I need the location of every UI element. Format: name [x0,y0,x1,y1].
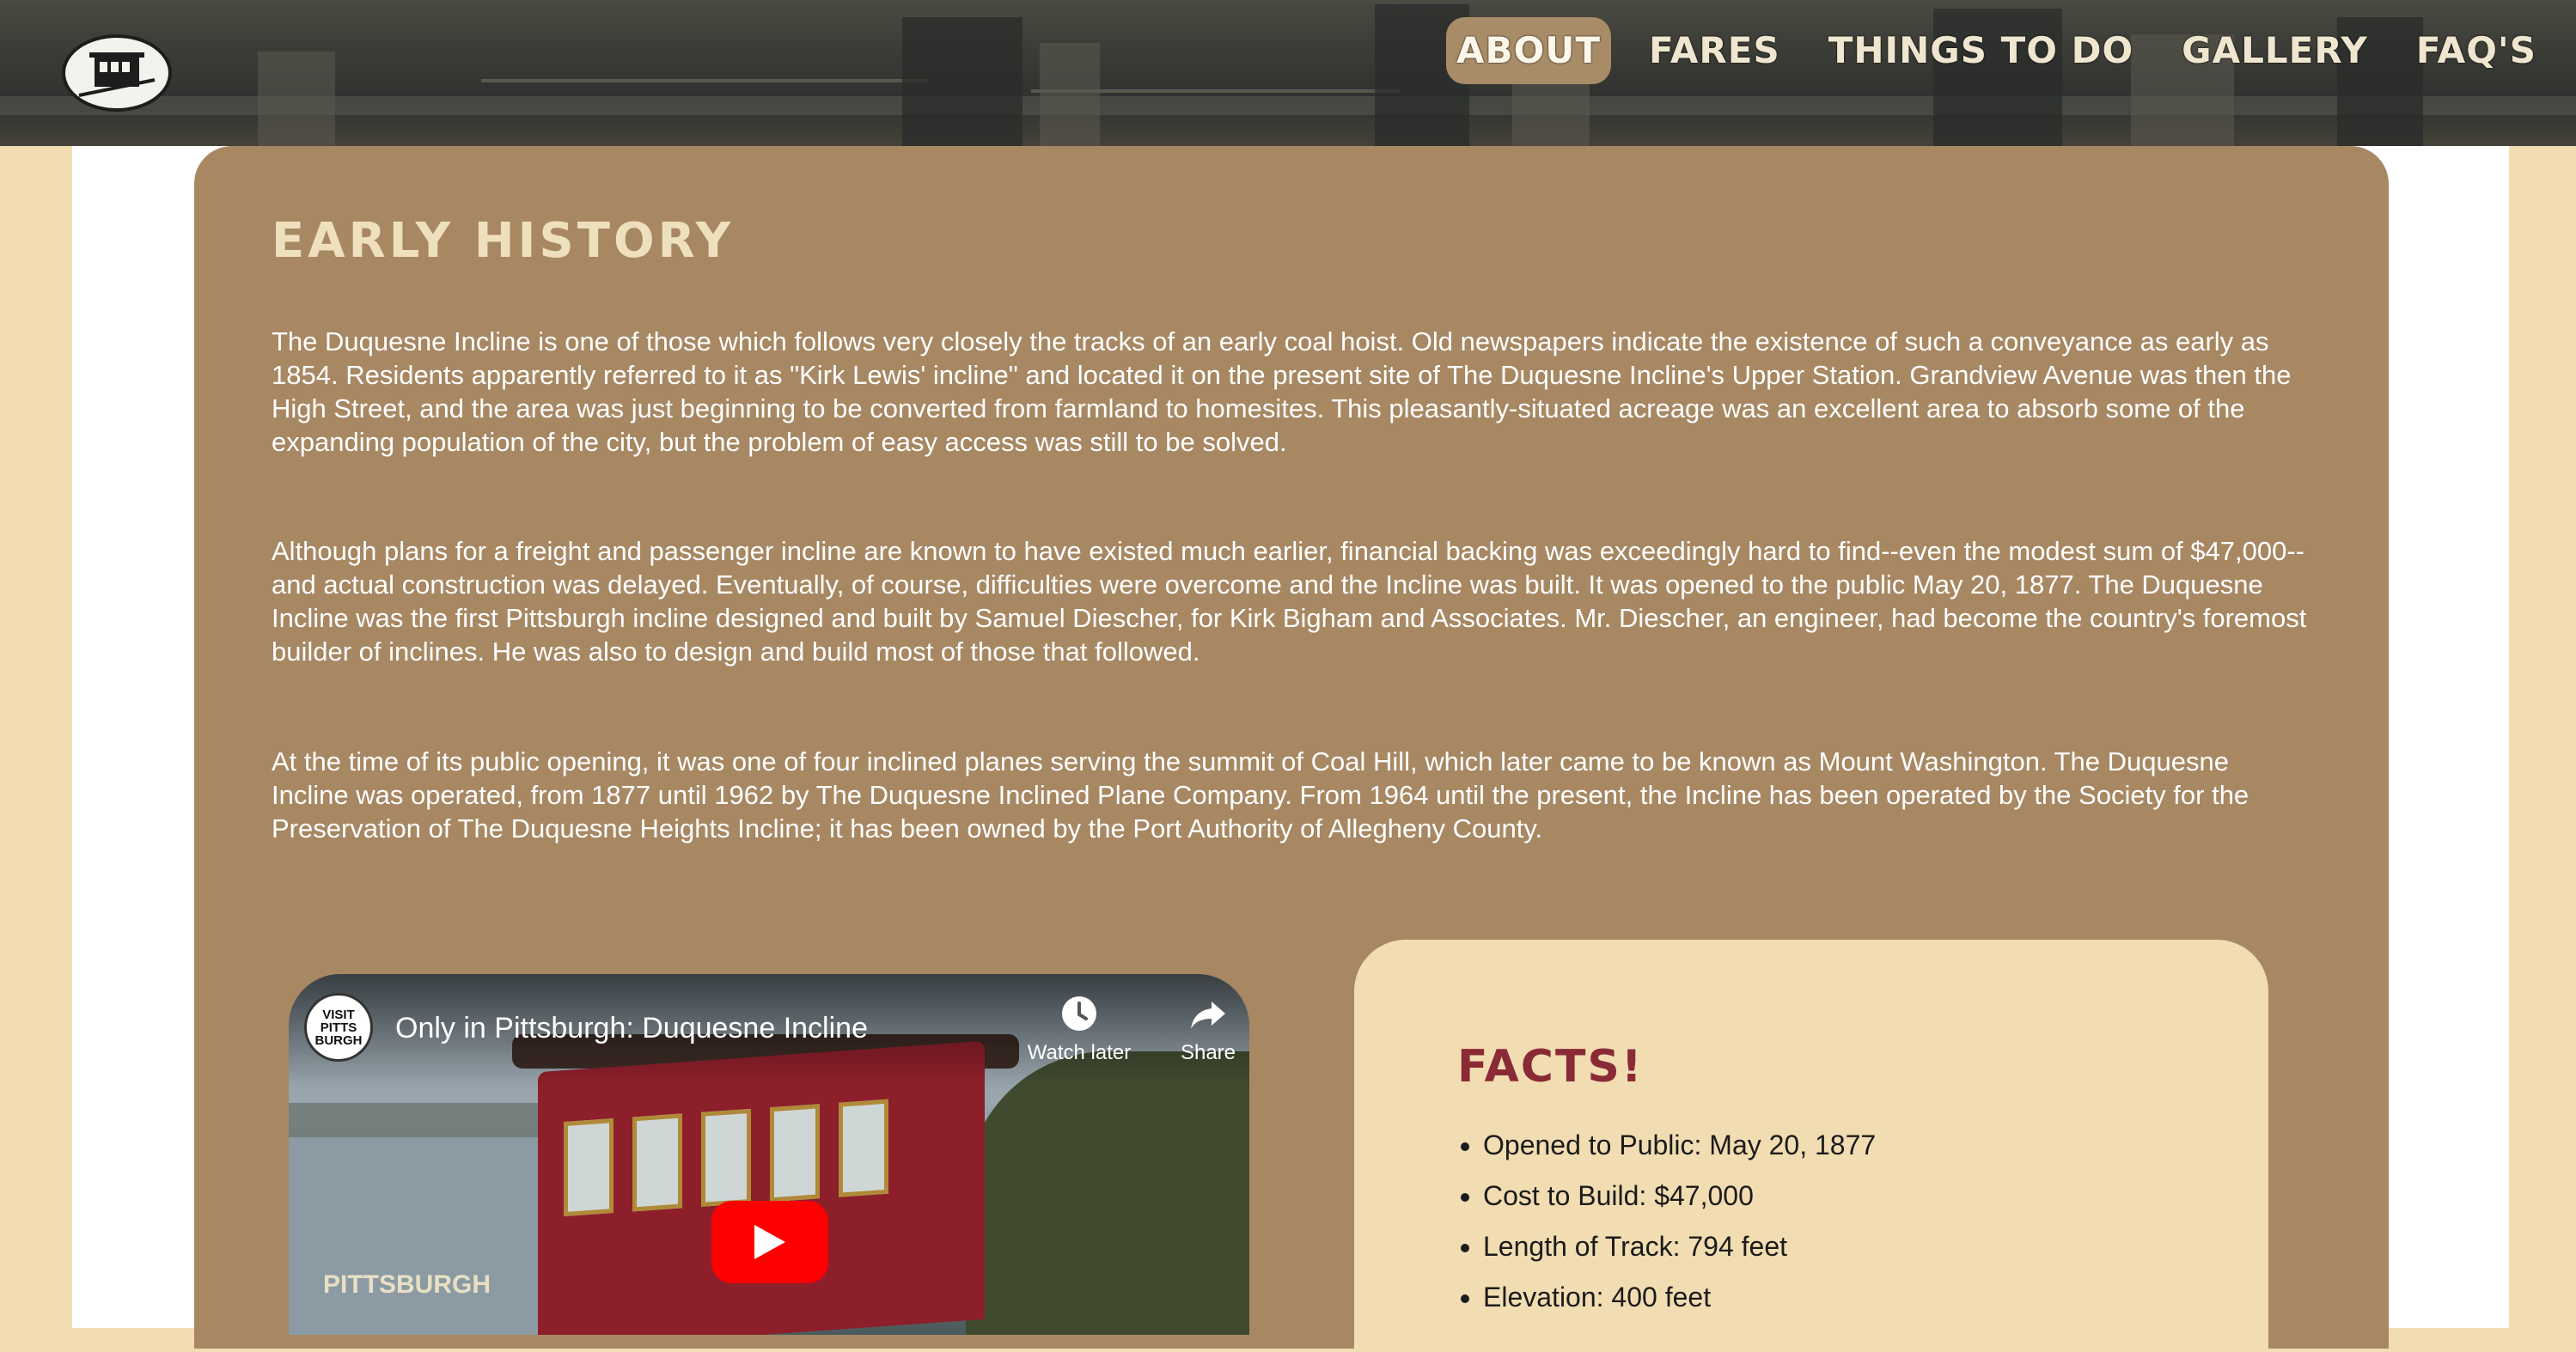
facts-title: FACTS! [1457,1041,1644,1093]
nav-things-to-do[interactable]: THINGS TO DO [1818,21,2144,81]
section-title: EARLY HISTORY [272,213,735,269]
fact-item: Length of Track: 794 feet [1483,1221,1876,1272]
main-nav: ABOUT FARES THINGS TO DO GALLERY FAQ'S [1446,17,2547,84]
car-window [632,1113,682,1212]
video-player[interactable]: VISIT PITTS BURGH Only in Pittsburgh: Du… [289,974,1249,1335]
bridge-backdrop [481,79,928,82]
share-icon [1191,1002,1225,1029]
clock-icon [1062,996,1096,1031]
nav-gallery[interactable]: GALLERY [2171,21,2378,81]
watch-later-button[interactable]: Watch later [1019,993,1139,1065]
car-window [564,1118,613,1217]
play-button[interactable] [711,1201,828,1283]
video-title[interactable]: Only in Pittsburgh: Duquesne Incline [395,1012,868,1045]
nav-fares[interactable]: FARES [1639,21,1791,81]
play-icon [754,1225,785,1259]
share-button[interactable]: Share [1148,993,1249,1065]
fact-item: Opened to Public: May 20, 1877 [1483,1120,1876,1171]
incline-logo-icon[interactable] [62,34,172,112]
skyline-building [902,17,1022,146]
facts-panel: FACTS! Opened to Public: May 20, 1877 Co… [1354,940,2268,1352]
fact-item: Cost to Build: $47,000 [1483,1171,1876,1221]
facts-list: Opened to Public: May 20, 1877 Cost to B… [1354,1120,1876,1323]
watch-later-label: Watch later [1027,1041,1132,1064]
skyline-building [1040,43,1100,146]
fact-item: Elevation: 400 feet [1483,1272,1876,1323]
skyline-building [258,52,335,146]
history-paragraph-3: At the time of its public opening, it wa… [272,746,2249,843]
car-window [770,1104,820,1203]
page-body: EARLY HISTORY The Duquesne Incline is on… [72,146,2509,1352]
channel-line: VISIT [322,1007,355,1022]
history-card: EARLY HISTORY The Duquesne Incline is on… [194,146,2389,1352]
nav-about[interactable]: ABOUT [1446,17,1612,84]
site-header: ABOUT FARES THINGS TO DO GALLERY FAQ'S [0,0,2576,146]
history-paragraph-1: The Duquesne Incline is one of those whi… [272,326,2292,457]
nav-faqs[interactable]: FAQ'S [2406,21,2547,81]
video-brand-watermark: PITTSBURGH [323,1270,491,1299]
channel-line: BURGH [314,1032,363,1048]
channel-line: PITTS [320,1020,357,1035]
history-paragraph-2: Although plans for a freight and passeng… [272,536,2307,667]
video-thumbnail-trees [966,1051,1249,1335]
car-window [839,1099,888,1197]
channel-avatar[interactable]: VISIT PITTS BURGH [304,993,373,1062]
car-window [701,1108,751,1207]
share-label: Share [1180,1041,1236,1064]
